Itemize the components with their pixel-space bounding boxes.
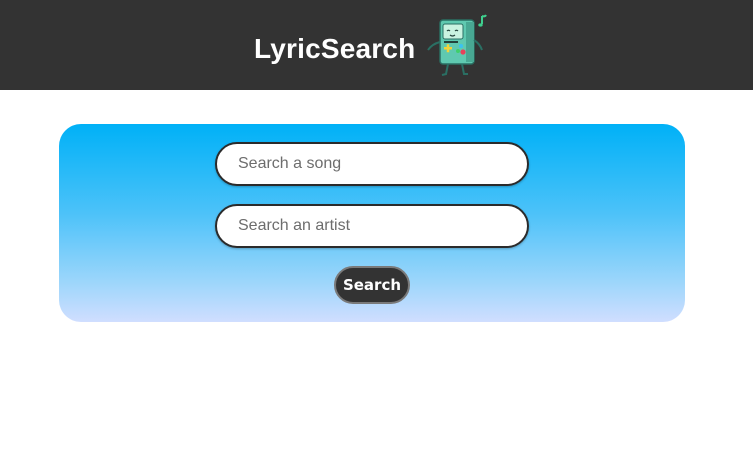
song-search-field[interactable] xyxy=(215,142,529,186)
site-title: LyricSearch xyxy=(254,33,416,64)
bmo-robot-icon xyxy=(427,14,487,76)
search-button[interactable]: Search xyxy=(334,266,410,304)
song-search-input[interactable] xyxy=(217,144,527,184)
site-header: LyricSearch xyxy=(0,0,753,90)
artist-search-field[interactable] xyxy=(215,204,529,248)
artist-search-input[interactable] xyxy=(217,206,527,246)
